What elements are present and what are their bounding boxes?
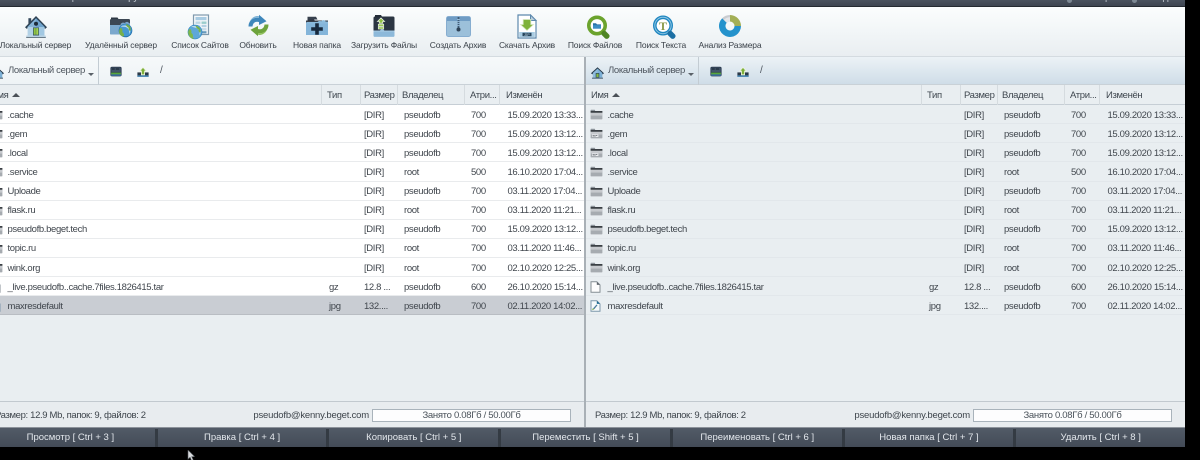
svg-text:ZIP: ZIP xyxy=(524,33,530,37)
svg-text:T: T xyxy=(659,19,667,33)
